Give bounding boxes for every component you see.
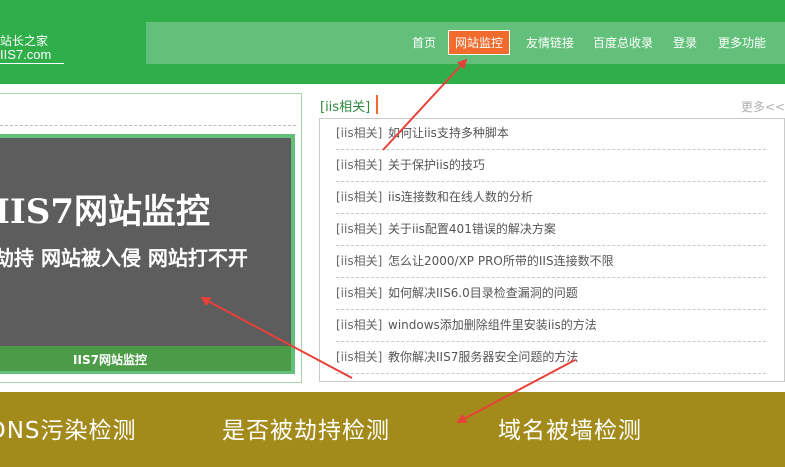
- arrow-to-feature: [456, 359, 576, 423]
- annotation-arrows: [200, 58, 576, 423]
- arrow-to-banner: [200, 297, 353, 379]
- arrow-to-nav: [382, 58, 468, 151]
